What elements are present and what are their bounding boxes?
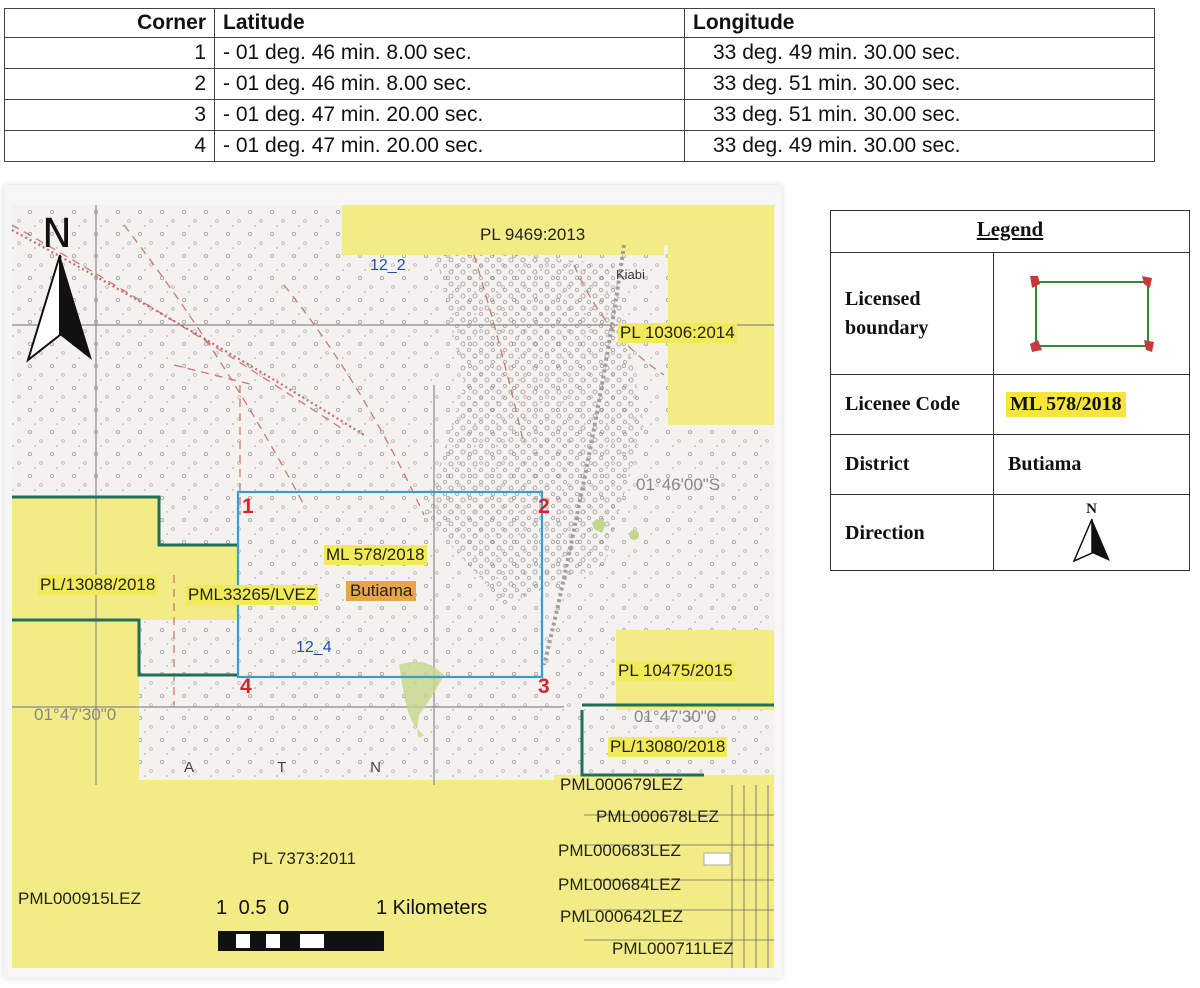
license-label-pl-7373: PL 7373:2011 [252, 849, 356, 868]
column-header-latitude: Latitude [214, 8, 685, 38]
topo-text-bottom: A T N [184, 759, 421, 776]
license-label-pml-642: PML000642LEZ [560, 907, 683, 926]
license-map: N PL 9469:2013 12_2 Kiabi PL 10306:2014 … [4, 185, 782, 978]
longitude-cell: 33 deg. 51 min. 30.00 sec. [684, 99, 1155, 131]
license-label-pml-684: PML000684LEZ [558, 875, 681, 894]
corner-number-3: 3 [538, 675, 550, 698]
legend-key: Direction [831, 495, 994, 571]
table-row: 3 - 01 deg. 47 min. 20.00 sec. 33 deg. 5… [4, 99, 1155, 131]
corner-number-2: 2 [538, 495, 550, 518]
license-label-pml-678: PML000678LEZ [596, 807, 719, 826]
latitude-cell: - 01 deg. 46 min. 8.00 sec. [214, 37, 685, 69]
coordinate-label-01-46: 01°46'00"S [636, 475, 721, 494]
license-label-pml-711: PML000711LEZ [612, 939, 734, 958]
license-label-pml-915: PML000915LEZ [18, 889, 141, 908]
topo-text-kiabi: Kiabi [616, 267, 645, 282]
longitude-cell: 33 deg. 49 min. 30.00 sec. [684, 37, 1155, 69]
latitude-cell: - 01 deg. 46 min. 8.00 sec. [214, 68, 685, 100]
license-label-pl-13088: PL/13088/2018 [38, 575, 158, 595]
column-header-longitude: Longitude [684, 8, 1155, 38]
legend-key: Licensed boundary [831, 253, 994, 374]
license-label-pml-33265: PML33265/LVEZ [186, 585, 319, 605]
corner-coordinates-table: Corner Latitude Longitude 1 - 01 deg. 46… [4, 8, 1155, 162]
legend-row-licensee-code: Licenee Code ML 578/2018 [831, 375, 1189, 435]
license-label-pml-683: PML000683LEZ [558, 841, 681, 860]
map-legend: Legend Licensed boundary Licenee Code ML… [830, 210, 1190, 571]
corner-cell: 3 [4, 99, 215, 131]
license-label-pl-13080: PL/13080/2018 [608, 737, 728, 757]
legend-row-licensed-boundary: Licensed boundary [831, 253, 1189, 375]
corner-cell: 4 [4, 130, 215, 162]
grid-label-12-2: 12_2 [370, 257, 406, 274]
north-letter: N [42, 211, 72, 257]
table-row: 1 - 01 deg. 46 min. 8.00 sec. 33 deg. 49… [4, 37, 1155, 69]
legend-boundary-symbol [994, 253, 1189, 374]
latitude-cell: - 01 deg. 47 min. 20.00 sec. [214, 99, 685, 131]
scale-bar-ticks: 1 0.5 0 [216, 897, 290, 919]
column-header-corner: Corner [4, 8, 215, 38]
legend-key: District [831, 435, 994, 494]
vegetation-patch-small [593, 519, 605, 531]
legend-north-letter: N [1086, 501, 1097, 517]
vegetation-patch-small [629, 530, 639, 540]
longitude-cell: 33 deg. 49 min. 30.00 sec. [684, 130, 1155, 162]
place-label-butiama: Butiama [346, 581, 417, 601]
district-value: Butiama [1008, 453, 1082, 475]
license-label-pl-10306: PL 10306:2014 [618, 323, 737, 343]
coordinate-label-01-47-right: 01°47'30"0 [634, 707, 717, 726]
grid-label-12-4: 12_4 [296, 639, 332, 656]
coordinate-label-01-47: 01°47'30"0 [34, 705, 117, 724]
table-row: 2 - 01 deg. 46 min. 8.00 sec. 33 deg. 51… [4, 68, 1155, 100]
table-header-row: Corner Latitude Longitude [4, 8, 1155, 38]
legend-key: Licenee Code [831, 375, 994, 434]
longitude-cell: 33 deg. 51 min. 30.00 sec. [684, 68, 1155, 100]
scale-bar [218, 931, 384, 951]
legend-row-district: District Butiama [831, 435, 1189, 495]
north-arrow-icon [1072, 518, 1110, 563]
table-row: 4 - 01 deg. 47 min. 20.00 sec. 33 deg. 4… [4, 130, 1155, 162]
legend-row-direction: Direction N [831, 495, 1189, 571]
license-label-pml-679: PML000679LEZ [560, 775, 683, 794]
license-label-ml-578: ML 578/2018 [324, 545, 427, 565]
legend-value: ML 578/2018 [994, 375, 1189, 434]
scale-bar-units: 1 Kilometers [376, 897, 488, 919]
legend-title: Legend [831, 211, 1189, 253]
legend-direction-symbol: N [994, 495, 1189, 571]
licensee-code-value: ML 578/2018 [1006, 392, 1126, 417]
latitude-cell: - 01 deg. 47 min. 20.00 sec. [214, 130, 685, 162]
corner-number-1: 1 [242, 495, 254, 518]
boundary-symbol-icon [1029, 275, 1154, 352]
license-label-pl-9469: PL 9469:2013 [480, 225, 586, 244]
license-label-pl-10475: PL 10475/2015 [616, 661, 735, 681]
corner-number-4: 4 [240, 675, 252, 698]
corner-cell: 2 [4, 68, 215, 100]
corner-cell: 1 [4, 37, 215, 69]
